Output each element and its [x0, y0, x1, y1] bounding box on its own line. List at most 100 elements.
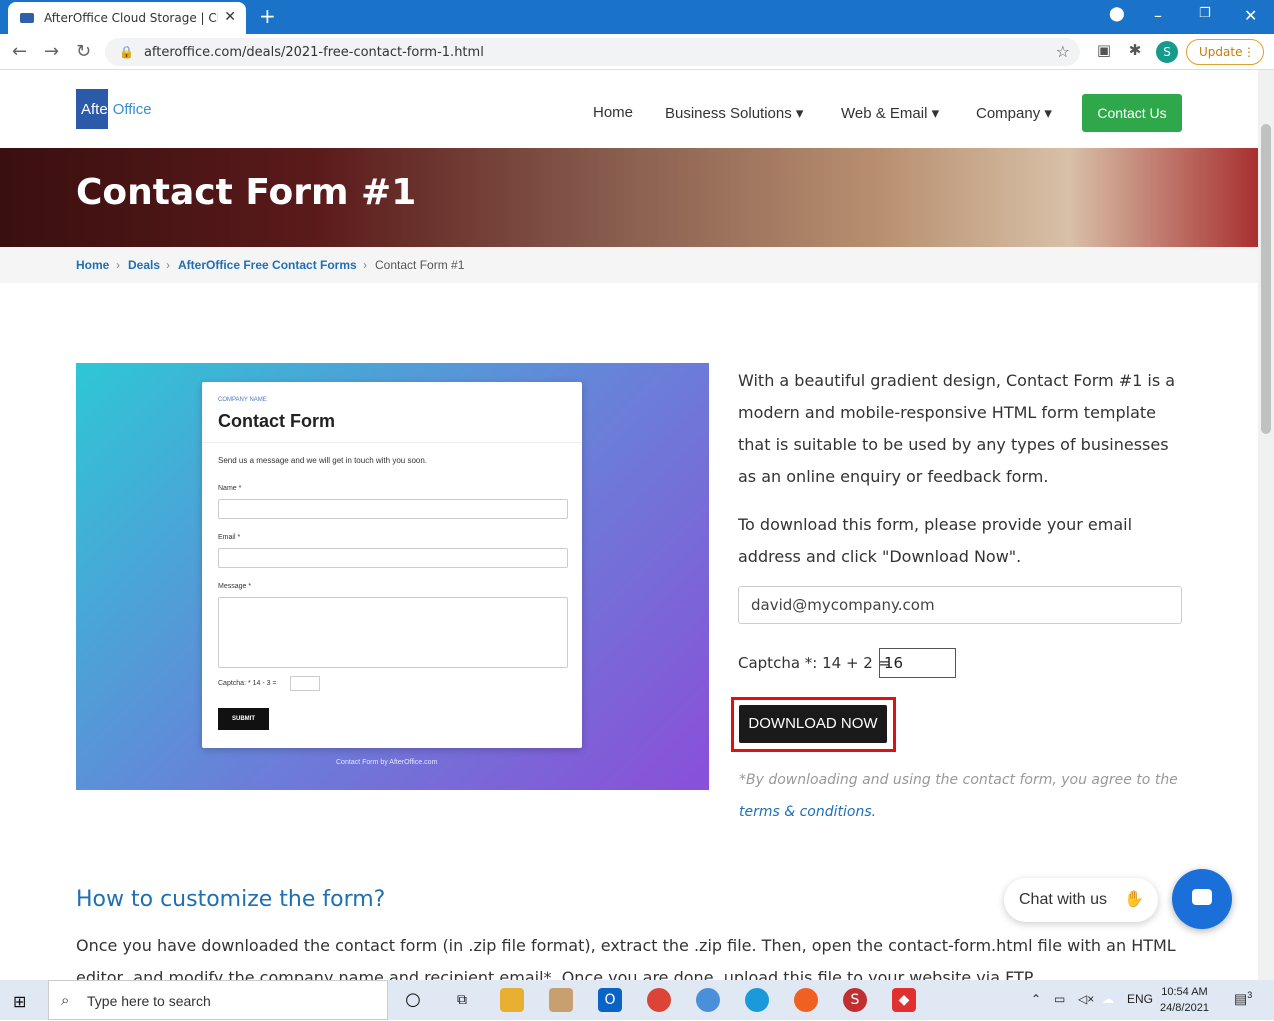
back-icon[interactable]: ←: [12, 41, 27, 62]
email-field[interactable]: david@mycompany.com: [738, 586, 1182, 624]
breadcrumb-deals[interactable]: Deals: [128, 258, 160, 272]
preview-name-label: Name *: [218, 485, 242, 492]
taskbar-search-box[interactable]: ⌕ Type here to search: [48, 980, 388, 1020]
chrome-icon[interactable]: [647, 988, 671, 1012]
browser-titlebar: AfterOffice Cloud Storage | Clouc ✕ + ⬤ …: [0, 0, 1274, 34]
tab-title: AfterOffice Cloud Storage | Clouc: [44, 11, 218, 25]
reload-icon[interactable]: ↻: [76, 41, 91, 62]
chat-prompt[interactable]: Chat with us ✋: [1004, 878, 1158, 922]
preview-card: COMPANY NAME Contact Form Send us a mess…: [202, 382, 582, 748]
more-menu-icon: ⋮: [1243, 45, 1255, 59]
search-icon: ⌕: [61, 992, 70, 1009]
close-tab-icon[interactable]: ✕: [224, 9, 236, 25]
breadcrumb-current: Contact Form #1: [375, 258, 465, 272]
profile-menu-icon[interactable]: ⬤: [1109, 6, 1125, 22]
preview-form-title: Contact Form: [218, 411, 335, 431]
anydesk-icon[interactable]: ◆: [892, 988, 916, 1012]
firefox-icon[interactable]: [794, 988, 818, 1012]
address-bar[interactable]: 🔒 afteroffice.com/deals/2021-free-contac…: [105, 38, 1080, 66]
breadcrumb: Home › Deals › AfterOffice Free Contact …: [0, 247, 1258, 283]
preview-divider: [202, 442, 582, 443]
site-logo[interactable]: AfterOffice: [76, 89, 166, 129]
network-icon[interactable]: ▭: [1054, 992, 1065, 1006]
preview-message-label: Message *: [218, 583, 252, 590]
preview-footer: Contact Form by AfterOffice.com: [336, 759, 438, 766]
windows-start-icon[interactable]: ⊞: [13, 992, 26, 1011]
breadcrumb-home[interactable]: Home: [76, 258, 109, 272]
bookmark-star-icon[interactable]: ☆: [1056, 42, 1070, 61]
app-s-icon[interactable]: S: [843, 988, 867, 1012]
restore-icon[interactable]: ❐: [1199, 6, 1211, 21]
tray-chevron-icon[interactable]: ⌃: [1031, 992, 1041, 1006]
page-title: Contact Form #1: [76, 172, 417, 213]
terms-link[interactable]: terms & conditions.: [739, 804, 876, 820]
update-button[interactable]: Update ⋮: [1186, 39, 1264, 65]
preview-message-field: [218, 597, 568, 668]
app-icon[interactable]: [696, 988, 720, 1012]
web-page: AfterOffice Home Business Solutions ▾ We…: [0, 70, 1258, 980]
outlook-icon[interactable]: O: [598, 988, 622, 1012]
browser-tab[interactable]: AfterOffice Cloud Storage | Clouc ✕: [8, 2, 246, 34]
breadcrumb-separator-icon: ›: [363, 258, 367, 272]
search-placeholder: Type here to search: [87, 993, 211, 1009]
volume-icon[interactable]: ◁×: [1078, 992, 1094, 1006]
preview-email-label: Email *: [218, 534, 241, 541]
logo-text: AfterOffice: [81, 101, 152, 118]
onedrive-icon[interactable]: ☁: [1102, 992, 1114, 1006]
breadcrumb-free-contact-forms[interactable]: AfterOffice Free Contact Forms: [178, 258, 357, 272]
captcha-label: Captcha *: 14 + 2 =: [738, 654, 891, 672]
breadcrumb-separator-icon: ›: [116, 258, 120, 272]
new-tab-icon[interactable]: +: [259, 4, 276, 28]
paint-icon[interactable]: [549, 988, 573, 1012]
terms-note-text: *By downloading and using the contact fo…: [739, 772, 1178, 788]
task-view-icon[interactable]: ⧉: [450, 988, 474, 1012]
minimize-icon[interactable]: –: [1154, 6, 1162, 25]
windows-taskbar: ⊞ ⌕ Type here to search ○ ⧉ O S ◆ ⌃ ▭ ◁× …: [0, 980, 1274, 1020]
scrollbar-thumb[interactable]: [1261, 124, 1271, 434]
page-scrollbar[interactable]: [1258, 70, 1274, 980]
contact-us-button[interactable]: Contact Us: [1082, 94, 1182, 132]
close-window-icon[interactable]: ✕: [1244, 6, 1257, 25]
language-indicator[interactable]: ENG: [1127, 992, 1153, 1006]
reading-list-icon[interactable]: ▣: [1094, 41, 1114, 61]
lock-icon: 🔒: [119, 45, 134, 59]
description-text: With a beautiful gradient design, Contac…: [738, 371, 1176, 486]
form-preview-image: COMPANY NAME Contact Form Send us a mess…: [76, 363, 709, 790]
file-explorer-icon[interactable]: [500, 988, 524, 1012]
taskbar-clock[interactable]: 10:54 AM 24/8/2021: [1160, 984, 1209, 1016]
preview-subtitle: Send us a message and we will get in tou…: [218, 456, 428, 465]
update-label: Update: [1199, 45, 1243, 59]
nav-web-email[interactable]: Web & Email ▾: [841, 104, 939, 122]
download-now-button[interactable]: DOWNLOAD NOW: [739, 705, 887, 743]
nav-business-solutions[interactable]: Business Solutions ▾: [665, 104, 803, 122]
chat-label: Chat with us: [1019, 891, 1108, 908]
section-text: Once you have downloaded the contact for…: [76, 936, 1176, 980]
nav-company[interactable]: Company ▾: [976, 104, 1052, 122]
breadcrumb-separator-icon: ›: [166, 258, 170, 272]
preview-captcha-label: Captcha: * 14 - 3 =: [218, 680, 277, 687]
preview-submit-button: SUBMIT: [218, 708, 269, 730]
wave-hand-icon: ✋: [1124, 891, 1144, 908]
forward-icon[interactable]: →: [44, 41, 59, 62]
section-heading: How to customize the form?: [76, 887, 386, 912]
preview-company-name: COMPANY NAME: [218, 397, 267, 403]
site-favicon-icon: [20, 13, 34, 23]
preview-email-field: [218, 548, 568, 568]
extensions-icon[interactable]: ✱: [1125, 41, 1145, 61]
preview-name-field: [218, 499, 568, 519]
edge-icon[interactable]: [745, 988, 769, 1012]
captcha-input[interactable]: 16: [879, 648, 956, 678]
browser-toolbar: ← → ↻ 🔒 afteroffice.com/deals/2021-free-…: [0, 34, 1274, 70]
hero-banner: Contact Form #1: [0, 148, 1258, 247]
cortana-icon[interactable]: ○: [401, 988, 425, 1012]
terms-note: *By downloading and using the contact fo…: [739, 764, 1179, 828]
profile-avatar[interactable]: S: [1156, 41, 1178, 63]
chat-bubble-icon: [1192, 889, 1212, 905]
site-header: AfterOffice Home Business Solutions ▾ We…: [0, 70, 1258, 148]
nav-home[interactable]: Home: [593, 104, 633, 121]
form-description: With a beautiful gradient design, Contac…: [738, 365, 1188, 573]
notification-icon[interactable]: ▤3: [1234, 990, 1252, 1008]
chat-button[interactable]: [1172, 869, 1232, 929]
download-instruction: To download this form, please provide yo…: [738, 515, 1133, 566]
url-text: afteroffice.com/deals/2021-free-contact-…: [143, 44, 484, 60]
